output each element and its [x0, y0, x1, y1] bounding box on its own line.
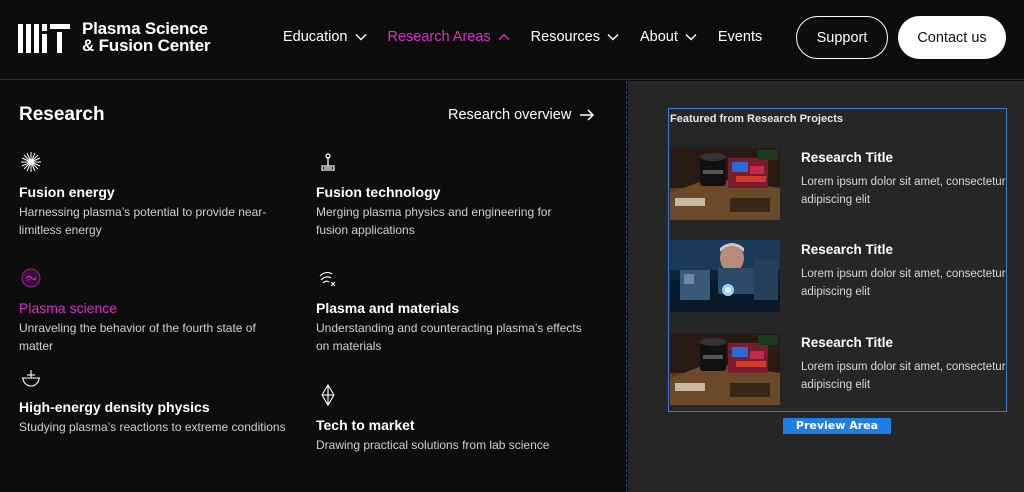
featured-project-card[interactable]: Research Title Lorem ipsum dolor sit ame…: [670, 240, 1007, 312]
research-menu-panel: Research Research overview Fusion energy…: [0, 81, 627, 492]
logo-text: Plasma Science & Fusion Center: [82, 20, 210, 54]
chevron-up-icon: [498, 33, 510, 40]
nav-research-areas-label: Research Areas: [387, 29, 491, 45]
project-thumbnail: [670, 240, 780, 312]
diamond-icon: [321, 383, 335, 407]
chevron-down-icon: [607, 34, 619, 41]
preview-area-badge: Preview Area: [783, 418, 891, 434]
lab-photo-icon: [670, 240, 780, 312]
menu-item-title: Fusion energy: [19, 184, 115, 200]
nav-resources-label: Resources: [530, 29, 600, 45]
nav-events-label: Events: [717, 29, 763, 45]
menu-item-fusion-technology[interactable]: Fusion technology Merging plasma physics…: [316, 150, 596, 239]
lamp-icon: [321, 153, 335, 171]
menu-item-title: Fusion technology: [316, 184, 441, 200]
lab-photo-icon: [670, 333, 780, 405]
nav-education[interactable]: Education: [283, 29, 368, 45]
featured-project-card[interactable]: Research Title Lorem ipsum dolor sit ame…: [670, 148, 1007, 220]
chevron-down-icon: [355, 34, 366, 41]
menu-item-title: Plasma and materials: [316, 300, 460, 316]
menu-item-title: Plasma science: [19, 300, 118, 316]
support-button[interactable]: Support: [796, 16, 888, 59]
lab-photo-icon: [670, 148, 780, 220]
plasma-orb-icon: [21, 268, 41, 288]
signal-waves-icon: [319, 271, 336, 287]
project-desc-line: adipiscing elit: [801, 194, 871, 206]
project-thumbnail: [670, 333, 780, 405]
starburst-icon: [21, 152, 41, 172]
project-desc-line: Lorem ipsum dolor sit amet, consectetur: [801, 268, 1006, 280]
menu-item-desc: Unraveling the behavior of the fourth st…: [19, 321, 256, 353]
nav-about-label: About: [639, 29, 678, 45]
menu-item-plasma-science[interactable]: Plasma science Unraveling the behavior o…: [19, 266, 299, 355]
menu-item-desc: Understanding and counteracting plasma’s…: [316, 321, 582, 353]
nav-about[interactable]: About: [640, 29, 698, 45]
menu-item-title: High-energy density physics: [19, 399, 210, 415]
menu-item-desc: Studying plasma’s reactions to extreme c…: [19, 420, 286, 434]
menu-item-title: Tech to market: [316, 417, 415, 433]
main-nav: Education Research Areas Resources About…: [283, 29, 782, 45]
project-desc: Lorem ipsum dolor sit amet, consectetur …: [801, 358, 1007, 394]
contact-us-button[interactable]: Contact us: [898, 16, 1006, 59]
project-desc-line: Lorem ipsum dolor sit amet, consectetur: [801, 176, 1006, 188]
project-thumbnail: [670, 148, 780, 220]
menu-item-desc: Merging plasma physics and engineering f…: [316, 205, 552, 237]
nav-education-label: Education: [283, 29, 348, 45]
featured-projects-box: Featured from Research Projects Research…: [668, 108, 1007, 412]
project-desc-line: adipiscing elit: [801, 379, 871, 391]
nav-events[interactable]: Events: [718, 29, 762, 45]
menu-item-high-energy-density[interactable]: High-energy density physics Studying pla…: [19, 365, 299, 436]
site-header: Plasma Science & Fusion Center Education…: [0, 0, 1024, 80]
featured-project-card[interactable]: Research Title Lorem ipsum dolor sit ame…: [670, 333, 1007, 405]
menu-item-plasma-and-materials[interactable]: Plasma and materials Understanding and c…: [316, 266, 596, 355]
logo-line-2: & Fusion Center: [82, 36, 211, 55]
mit-logo-icon: [18, 24, 70, 53]
arrow-right-icon: [580, 109, 595, 121]
project-desc: Lorem ipsum dolor sit amet, consectetur …: [801, 173, 1007, 209]
featured-label: Featured from Research Projects: [670, 113, 844, 125]
site-logo[interactable]: Plasma Science & Fusion Center: [18, 20, 210, 54]
research-overview-label: Research overview: [448, 107, 572, 123]
nav-research-areas[interactable]: Research Areas: [388, 29, 511, 45]
project-desc: Lorem ipsum dolor sit amet, consectetur …: [801, 265, 1007, 301]
menu-item-desc: Drawing practical solutions from lab sci…: [316, 438, 550, 452]
logo-line-1: Plasma Science: [82, 19, 208, 38]
menu-title: Research: [19, 104, 105, 125]
project-title: Research Title: [801, 242, 894, 257]
featured-preview-panel: Featured from Research Projects Research…: [628, 81, 1024, 492]
globe-burst-icon: [22, 370, 40, 387]
research-overview-link[interactable]: Research overview: [448, 107, 595, 123]
menu-item-tech-to-market[interactable]: Tech to market Drawing practical solutio…: [316, 383, 596, 454]
nav-resources[interactable]: Resources: [531, 29, 620, 45]
project-title: Research Title: [801, 335, 894, 350]
chevron-down-icon: [685, 34, 697, 41]
project-title: Research Title: [801, 150, 894, 165]
project-desc-line: Lorem ipsum dolor sit amet, consectetur: [801, 361, 1006, 373]
menu-item-desc: Harnessing plasma’s potential to provide…: [19, 205, 267, 237]
menu-item-fusion-energy[interactable]: Fusion energy Harnessing plasma’s potent…: [19, 150, 299, 239]
project-desc-line: adipiscing elit: [801, 286, 871, 298]
